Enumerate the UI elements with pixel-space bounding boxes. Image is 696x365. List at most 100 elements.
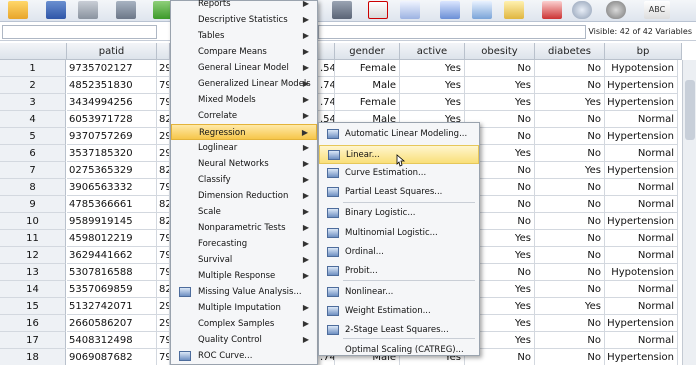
cell-patid[interactable]: 4852351830: [67, 77, 157, 94]
row-number[interactable]: 4: [0, 111, 66, 128]
cell-gender[interactable]: Male: [335, 77, 400, 94]
cell-diabetes[interactable]: No: [535, 230, 605, 247]
cell-patid[interactable]: 5307816588: [67, 264, 157, 281]
menu-item-compare-means[interactable]: Compare Means ▶: [171, 44, 317, 60]
cell-bp[interactable]: Hypertension: [605, 94, 678, 111]
cell-diabetes[interactable]: No: [535, 77, 605, 94]
cell-active[interactable]: Yes: [400, 94, 465, 111]
cell-bp[interactable]: Normal: [605, 281, 678, 298]
row-number[interactable]: 8: [0, 179, 66, 196]
cell-age[interactable]: 82: [157, 281, 170, 298]
grid-icon[interactable]: [440, 1, 460, 19]
menu-item-scale[interactable]: Scale ▶: [171, 204, 317, 220]
row-number[interactable]: 12: [0, 247, 66, 264]
find-icon[interactable]: [332, 1, 352, 19]
split-file-icon[interactable]: [542, 1, 562, 19]
menu-item-regression[interactable]: Regression ▶: [171, 124, 317, 140]
cell-diabetes[interactable]: No: [535, 60, 605, 77]
cell-age[interactable]: 29: [157, 315, 170, 332]
menu-item-missing-value-analysis[interactable]: Missing Value Analysis...: [171, 284, 317, 300]
cell-patid[interactable]: 9589919145: [67, 213, 157, 230]
cell-bp[interactable]: Hypertension: [605, 213, 678, 230]
cell-patid[interactable]: 3629441662: [67, 247, 157, 264]
row-number[interactable]: 16: [0, 315, 66, 332]
menu-item-complex-samples[interactable]: Complex Samples ▶: [171, 316, 317, 332]
menu-item-survival[interactable]: Survival ▶: [171, 252, 317, 268]
cell-diabetes[interactable]: No: [535, 247, 605, 264]
cell-bp[interactable]: Hypertension: [605, 162, 678, 179]
scale-icon[interactable]: [472, 1, 492, 19]
abc-icon[interactable]: ABC: [644, 1, 670, 19]
row-number[interactable]: 6: [0, 145, 66, 162]
cell-diabetes[interactable]: No: [535, 349, 605, 365]
cell-obesity[interactable]: No: [465, 60, 535, 77]
chart-icon[interactable]: [400, 1, 420, 19]
column-header-active[interactable]: active: [400, 43, 465, 60]
cell-age[interactable]: 29: [157, 145, 170, 162]
cell-patid[interactable]: 6053971728: [67, 111, 157, 128]
cell-patid[interactable]: 3906563332: [67, 179, 157, 196]
cell-diabetes[interactable]: No: [535, 332, 605, 349]
cell-patid[interactable]: 4598012219: [67, 230, 157, 247]
cell-age[interactable]: 79: [157, 247, 170, 264]
cell-diabetes[interactable]: Yes: [535, 94, 605, 111]
submenu-item-binary-logistic[interactable]: Binary Logistic...: [319, 204, 479, 223]
column-header-age[interactable]: [157, 43, 170, 60]
cell-bp[interactable]: Normal: [605, 247, 678, 264]
column-header-gender[interactable]: gender: [335, 43, 400, 60]
row-number[interactable]: 11: [0, 230, 66, 247]
cell-patid[interactable]: 3434994256: [67, 94, 157, 111]
cell-diabetes[interactable]: No: [535, 179, 605, 196]
cell-gender[interactable]: Female: [335, 60, 400, 77]
cell-age[interactable]: 82: [157, 111, 170, 128]
cell-patid[interactable]: 9069087682: [67, 349, 157, 365]
cell-bp[interactable]: Hypertension: [605, 128, 678, 145]
menu-item-mixed-models[interactable]: Mixed Models ▶: [171, 92, 317, 108]
cell-bp[interactable]: Normal: [605, 230, 678, 247]
row-number[interactable]: 17: [0, 332, 66, 349]
cell-age[interactable]: 29: [157, 298, 170, 315]
column-header-diabetes[interactable]: diabetes: [535, 43, 605, 60]
submenu-item-nonlinear[interactable]: Nonlinear...: [319, 283, 479, 302]
select-cases-icon[interactable]: [606, 1, 626, 19]
cell-patid[interactable]: 3537185320: [67, 145, 157, 162]
cell-bp[interactable]: Hypertension: [605, 77, 678, 94]
menu-item-neural-networks[interactable]: Neural Networks ▶: [171, 156, 317, 172]
cell-diabetes[interactable]: No: [535, 128, 605, 145]
cell-age[interactable]: 79: [157, 179, 170, 196]
cell-patid[interactable]: 5357069859: [67, 281, 157, 298]
row-number[interactable]: 18: [0, 349, 66, 365]
cell-bp[interactable]: Hypertension: [605, 349, 678, 365]
open-icon[interactable]: [8, 1, 28, 19]
menu-item-general-linear-model[interactable]: General Linear Model ▶: [171, 60, 317, 76]
row-number[interactable]: 3: [0, 94, 66, 111]
cell-patid[interactable]: 9735702127: [67, 60, 157, 77]
vertical-scrollbar[interactable]: [682, 60, 696, 365]
cell-bp[interactable]: Hypotension: [605, 60, 678, 77]
menu-item-correlate[interactable]: Correlate ▶: [171, 108, 317, 124]
cell-diabetes[interactable]: No: [535, 281, 605, 298]
cell-age[interactable]: 79: [157, 230, 170, 247]
cell-bp[interactable]: Normal: [605, 332, 678, 349]
column-header-bp[interactable]: bp: [605, 43, 682, 60]
cell-age[interactable]: 82: [157, 213, 170, 230]
use-sets-icon[interactable]: [572, 1, 592, 19]
cell-age[interactable]: 29: [157, 128, 170, 145]
cell-diabetes[interactable]: No: [535, 145, 605, 162]
menu-item-tables[interactable]: Tables ▶: [171, 28, 317, 44]
cell-diabetes[interactable]: Yes: [535, 162, 605, 179]
cell-age[interactable]: 79: [157, 332, 170, 349]
cell-diabetes[interactable]: No: [535, 315, 605, 332]
submenu-item-multinomial-logistic[interactable]: Multinomial Logistic...: [319, 224, 479, 243]
cell-bp[interactable]: Normal: [605, 298, 678, 315]
cell-patid[interactable]: 5408312498: [67, 332, 157, 349]
row-number[interactable]: 2: [0, 77, 66, 94]
cell-diabetes[interactable]: Yes: [535, 298, 605, 315]
cell-cut[interactable]: .74: [318, 77, 335, 94]
cell-active[interactable]: Yes: [400, 60, 465, 77]
column-header-hidden[interactable]: [318, 43, 335, 60]
column-header-obesity[interactable]: obesity: [465, 43, 535, 60]
cell-bp[interactable]: Hypotension: [605, 264, 678, 281]
cell-bp[interactable]: Hypertension: [605, 315, 678, 332]
cell-age[interactable]: 82: [157, 196, 170, 213]
